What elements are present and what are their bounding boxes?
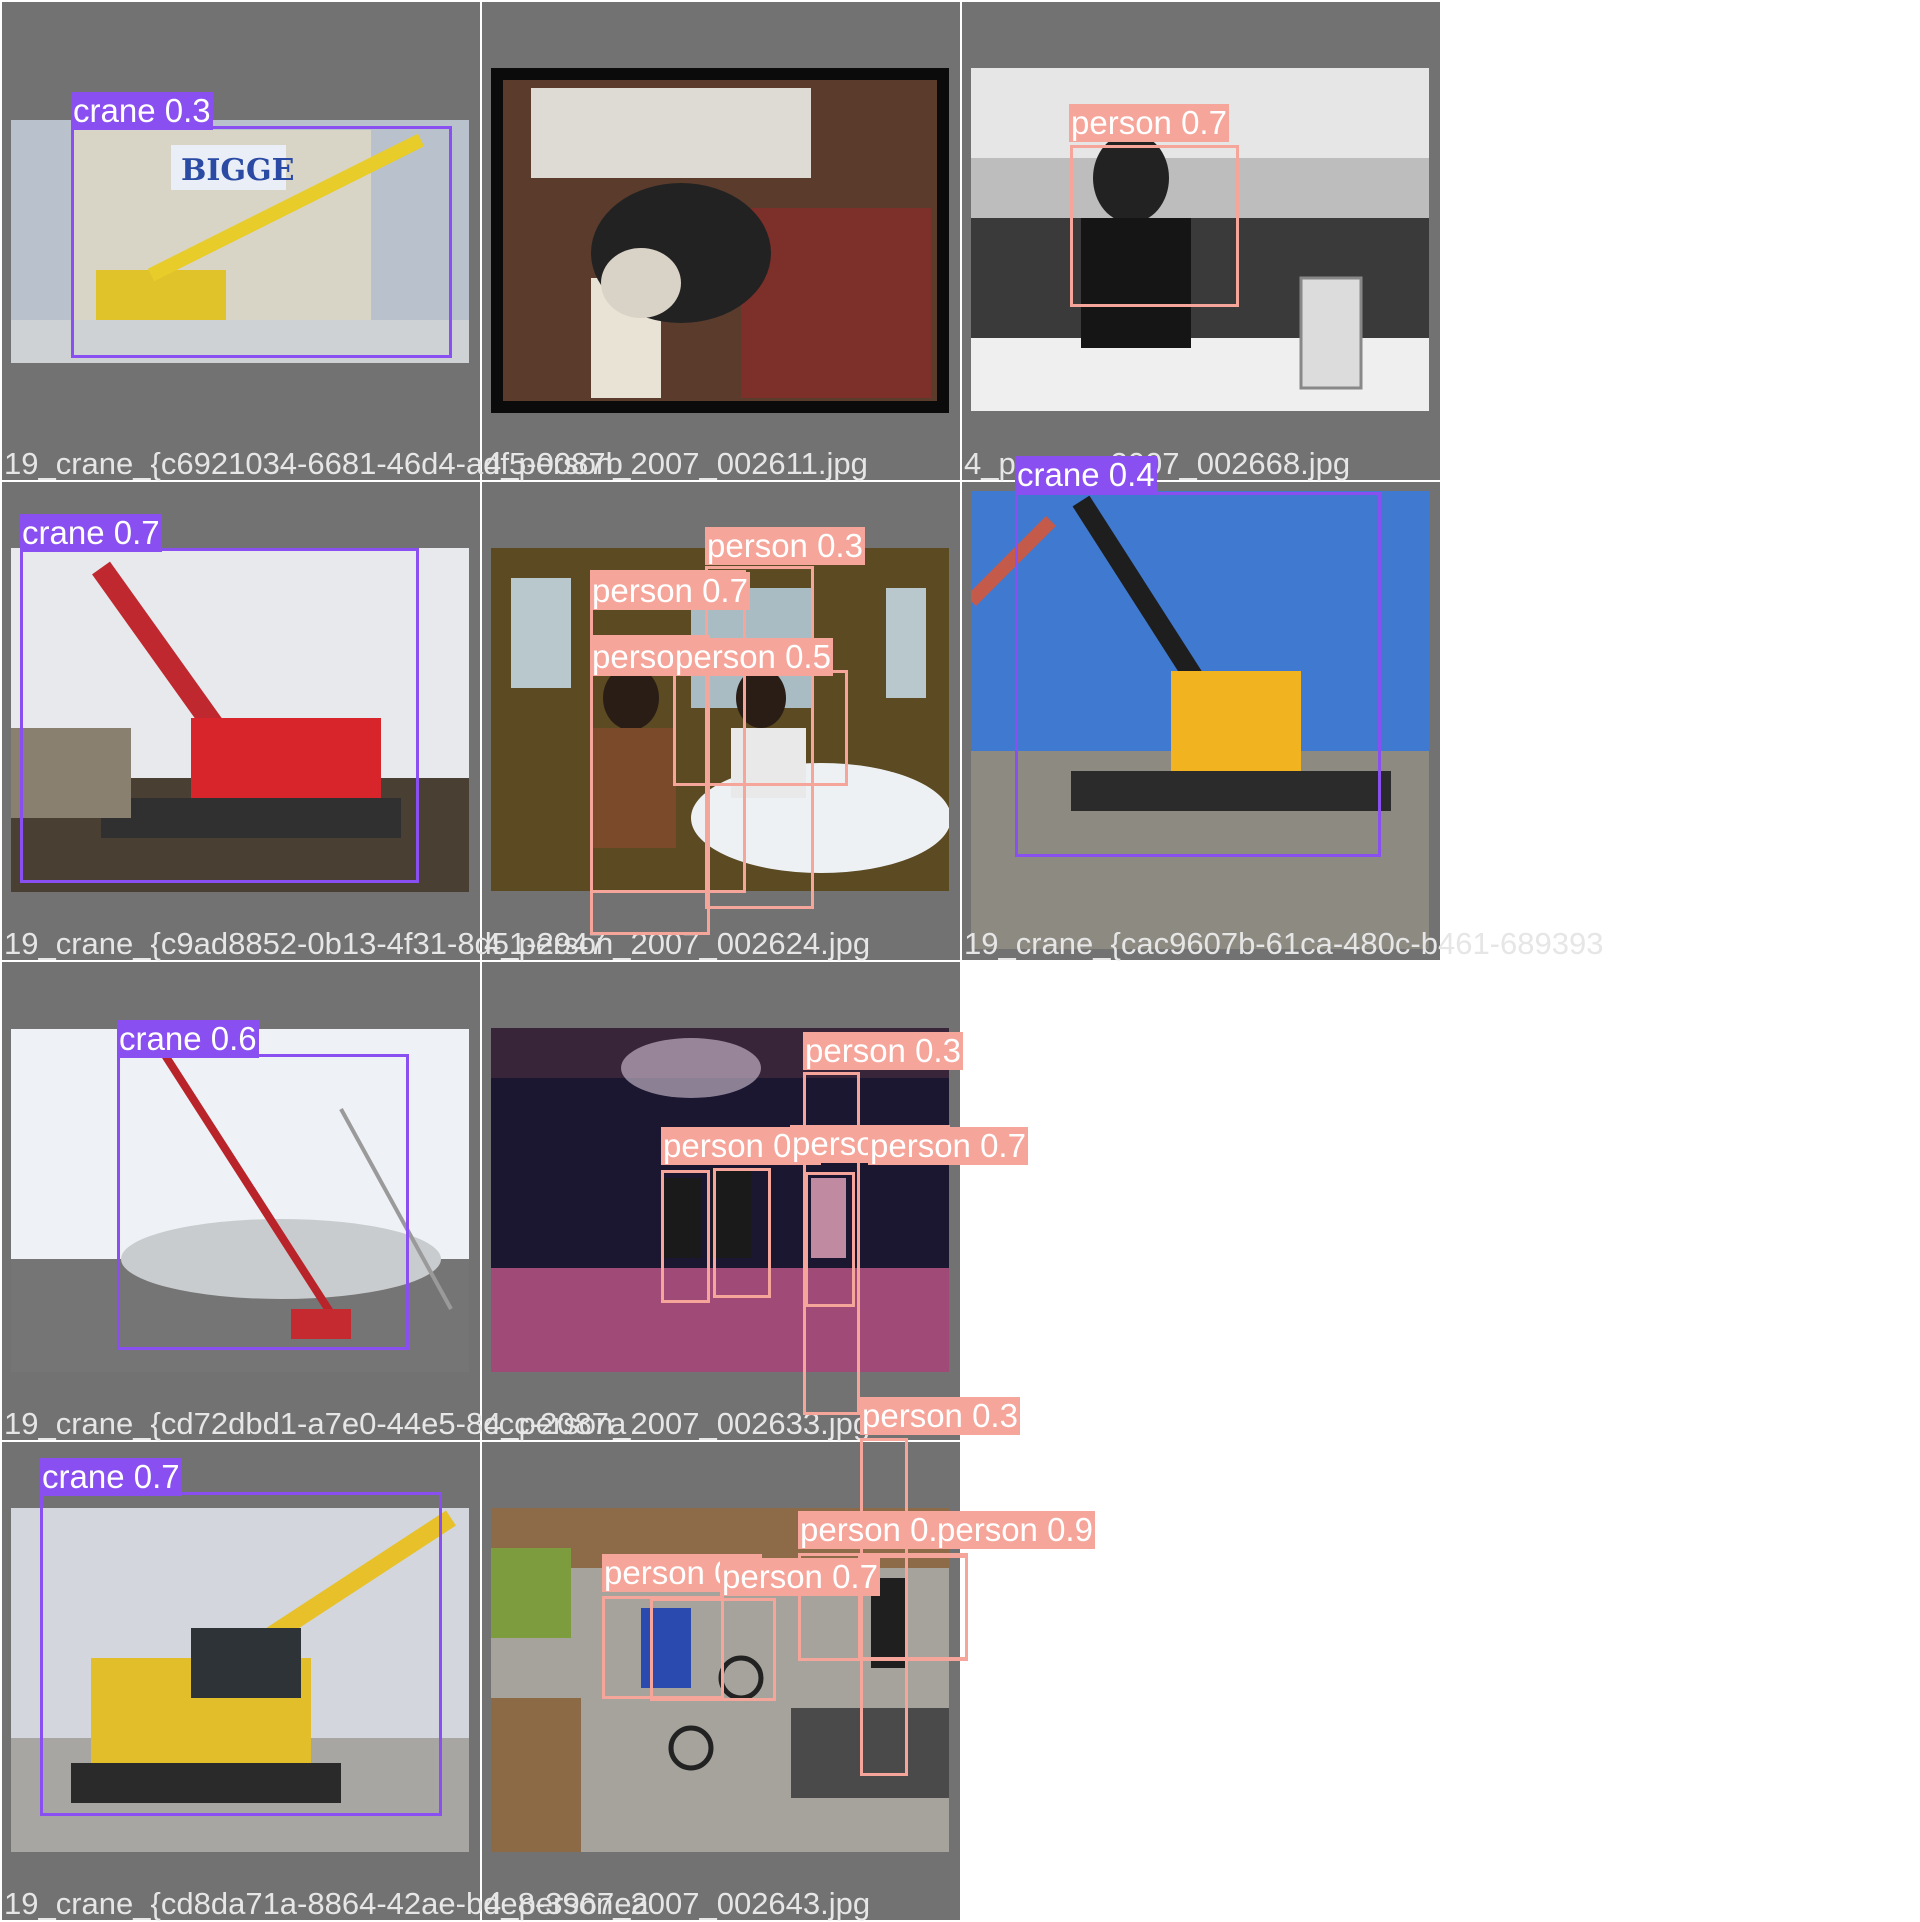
person-detection-label: person 0.3 xyxy=(705,527,865,565)
tile-filename: 19_crane_{cac9607b-61ca-480c-b461-689393 xyxy=(964,926,1604,961)
tile-image xyxy=(491,1028,949,1372)
crane-detection-label: crane 0.4 xyxy=(1015,456,1157,494)
tile-image xyxy=(11,1029,469,1372)
person-detection-label: person 0.5 xyxy=(673,638,833,676)
tile-image: BIGGE xyxy=(11,120,469,363)
svg-text:BIGGE: BIGGE xyxy=(181,153,295,188)
tile-9: 19_crane_{cd8da71a-8864-42ae-bde8-3967ea xyxy=(2,1442,649,1921)
tile-filename: 4_person_2007_002624.jpg xyxy=(484,926,871,961)
crane-detection-label: crane 0.7 xyxy=(40,1458,182,1496)
person-detection-label: person 0.3 xyxy=(803,1032,963,1070)
crane-detection-label: crane 0.7 xyxy=(20,514,162,552)
tile-filename: 4_person_2007_002643.jpg xyxy=(484,1886,871,1921)
person-detection-label: person 0.3 xyxy=(860,1397,1020,1435)
tile-4: 19_crane_{c9ad8852-0b13-4f31-8d51-2947 xyxy=(2,482,606,961)
tile-filename: 4_person_2007_002611.jpg xyxy=(484,446,868,481)
tile-image xyxy=(11,548,469,892)
tile-image xyxy=(11,1508,469,1852)
grid-divider xyxy=(960,0,962,1440)
tile-2: 4_person_2007_002611.jpg xyxy=(482,2,960,481)
crane-detection-label: crane 0.6 xyxy=(117,1020,259,1058)
tile-image xyxy=(491,68,949,413)
tile-3: 4_person_2007_002668.jpg xyxy=(962,2,1440,481)
person-detection-label: person 0.9 xyxy=(935,1511,1095,1549)
person-detection-label: person 0.7 xyxy=(1069,104,1229,142)
tile-image xyxy=(971,491,1429,949)
person-detection-label: person 0.7 xyxy=(868,1127,1028,1165)
crane-detection-label: crane 0.3 xyxy=(71,92,213,130)
tile-filename: 4_person_2007_002633.jpg xyxy=(484,1406,871,1441)
person-detection-label: person 0.7 xyxy=(590,572,750,610)
tile-6: 19_crane_{cac9607b-61ca-480c-b461-689393 xyxy=(962,482,1603,961)
person-detection-label: person 0.6 xyxy=(798,1511,958,1549)
person-detection-label: person 0.7 xyxy=(720,1558,880,1596)
tile-1: BIGGE 19_crane_{c6921034-6681-46d4-adf5-… xyxy=(2,2,623,481)
